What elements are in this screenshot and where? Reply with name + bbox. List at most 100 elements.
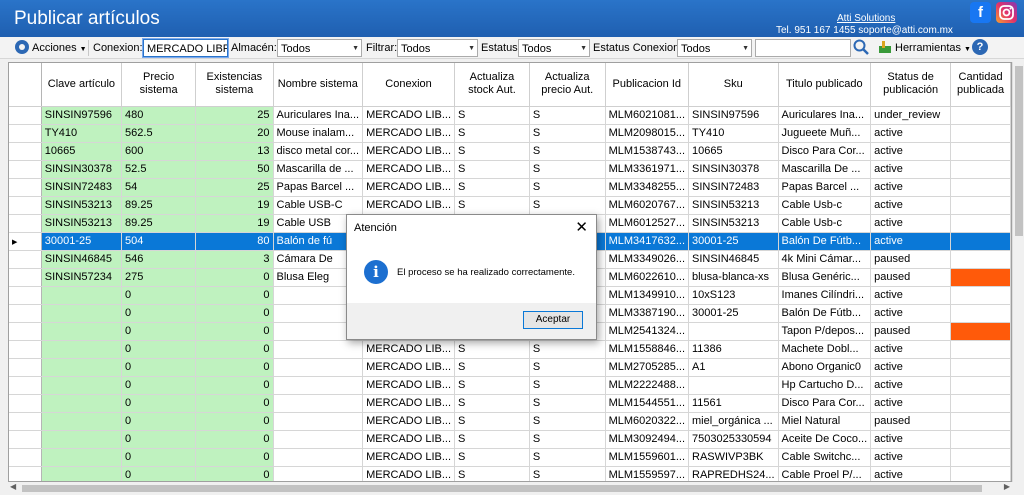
table-cell[interactable]: RASWIVP3BK xyxy=(688,448,779,467)
table-cell[interactable] xyxy=(688,376,779,395)
table-cell[interactable]: Tapon P/depos... xyxy=(778,322,872,341)
table-cell[interactable]: S xyxy=(529,430,606,449)
table-cell[interactable]: SINSIN53213 xyxy=(688,196,779,215)
table-cell[interactable]: Machete Dobl... xyxy=(778,340,872,359)
table-cell[interactable]: Auriculares Ina... xyxy=(778,106,872,125)
table-cell[interactable]: S xyxy=(454,178,530,197)
table-cell[interactable] xyxy=(41,340,123,359)
filtrar-select[interactable]: Todos ▼ xyxy=(397,39,478,57)
company-link[interactable]: Atti Solutions xyxy=(837,13,895,24)
table-cell[interactable]: 89.25 xyxy=(121,196,197,215)
table-row[interactable]: 0 0 MERCADO LIB... S S MLM1559601... RASWIVP3B… xyxy=(9,448,1011,467)
table-cell[interactable]: MERCADO LIB... xyxy=(362,448,456,467)
table-cell[interactable] xyxy=(273,340,364,359)
table-cell[interactable]: 600 xyxy=(121,142,197,161)
scroll-left-icon[interactable]: ◀ xyxy=(10,482,16,491)
row-header[interactable] xyxy=(9,430,42,449)
table-cell[interactable]: MLM3348255... xyxy=(605,178,690,197)
table-cell[interactable]: 480 xyxy=(121,106,197,125)
table-cell[interactable] xyxy=(41,466,123,481)
table-row[interactable]: SINSIN30378 52.5 50 Mascarilla de ... MERCAD… xyxy=(9,160,1011,179)
table-cell[interactable]: Miel Natural xyxy=(778,412,872,431)
table-cell[interactable]: S xyxy=(529,358,606,377)
table-cell[interactable] xyxy=(950,178,1011,197)
table-cell[interactable]: paused xyxy=(870,322,952,341)
table-cell[interactable]: 25 xyxy=(195,178,274,197)
scroll-thumb[interactable] xyxy=(22,485,982,492)
table-cell[interactable]: 30001-25 xyxy=(41,232,123,251)
table-cell[interactable]: S xyxy=(529,340,606,359)
table-cell[interactable]: MERCADO LIB... xyxy=(362,412,456,431)
table-cell[interactable]: 0 xyxy=(121,394,197,413)
table-cell[interactable] xyxy=(950,358,1011,377)
table-cell[interactable]: 10665 xyxy=(41,142,123,161)
table-cell[interactable] xyxy=(273,448,364,467)
table-cell[interactable]: Mouse inalam... xyxy=(273,124,364,143)
table-cell[interactable]: 0 xyxy=(121,376,197,395)
table-cell[interactable]: 0 xyxy=(121,340,197,359)
instagram-icon[interactable] xyxy=(996,2,1017,23)
table-cell[interactable] xyxy=(950,142,1011,161)
table-cell[interactable]: 546 xyxy=(121,250,197,269)
table-cell[interactable]: MLM1558846... xyxy=(605,340,690,359)
conexion-select[interactable]: MERCADO LIBR xyxy=(142,38,229,58)
table-cell[interactable]: 52.5 xyxy=(121,160,197,179)
table-cell[interactable]: 0 xyxy=(195,340,274,359)
column-header[interactable]: Nombre sistema xyxy=(273,63,364,107)
table-cell[interactable]: active xyxy=(870,142,952,161)
table-row[interactable]: TY410 562.5 20 Mouse inalam... MERCADO LIB..… xyxy=(9,124,1011,143)
table-row[interactable]: 10665 600 13 disco metal cor... MERCADO LIB.… xyxy=(9,142,1011,161)
table-cell[interactable]: SINSIN53213 xyxy=(41,196,123,215)
table-cell[interactable]: Papas Barcel ... xyxy=(273,178,364,197)
table-cell[interactable]: Disco Para Cor... xyxy=(778,142,872,161)
table-cell[interactable]: MLM2222488... xyxy=(605,376,690,395)
table-cell[interactable]: MERCADO LIB... xyxy=(362,160,456,179)
column-header[interactable]: Status de publicación xyxy=(870,63,952,107)
table-cell[interactable]: S xyxy=(454,196,530,215)
table-cell[interactable]: S xyxy=(529,196,606,215)
table-cell[interactable] xyxy=(273,412,364,431)
row-header[interactable] xyxy=(9,358,42,377)
estatus-conexion-select[interactable]: Todos ▼ xyxy=(677,39,752,57)
table-cell[interactable]: active xyxy=(870,394,952,413)
table-cell[interactable]: 19 xyxy=(195,196,274,215)
column-header[interactable]: Existencias sistema xyxy=(195,63,274,107)
table-cell[interactable]: MERCADO LIB... xyxy=(362,466,456,481)
table-cell[interactable]: 0 xyxy=(121,304,197,323)
table-cell[interactable]: active xyxy=(870,466,952,481)
table-cell[interactable]: 80 xyxy=(195,232,274,251)
column-header[interactable]: Cantidad publicada xyxy=(950,63,1011,107)
table-cell[interactable]: blusa-blanca-xs xyxy=(688,268,779,287)
column-header[interactable]: Precio sistema xyxy=(121,63,197,107)
table-cell[interactable]: MLM3349026... xyxy=(605,250,690,269)
search-icon[interactable] xyxy=(853,39,869,55)
table-cell[interactable]: paused xyxy=(870,268,952,287)
table-cell[interactable]: 0 xyxy=(121,448,197,467)
table-cell[interactable]: Cable Usb-c xyxy=(778,196,872,215)
table-cell[interactable]: S xyxy=(454,142,530,161)
row-header[interactable] xyxy=(9,394,42,413)
column-header[interactable]: Clave artículo xyxy=(41,63,123,107)
table-cell[interactable]: Cable Switchc... xyxy=(778,448,872,467)
table-cell[interactable]: disco metal cor... xyxy=(273,142,364,161)
table-cell[interactable]: active xyxy=(870,196,952,215)
table-cell[interactable] xyxy=(950,268,1011,287)
table-cell[interactable]: Auriculares Ina... xyxy=(273,106,364,125)
table-cell[interactable]: Disco Para Cor... xyxy=(778,394,872,413)
table-cell[interactable]: S xyxy=(454,340,530,359)
table-cell[interactable] xyxy=(41,394,123,413)
table-cell[interactable]: MLM3387190... xyxy=(605,304,690,323)
table-cell[interactable]: MERCADO LIB... xyxy=(362,106,456,125)
table-cell[interactable]: 30001-25 xyxy=(688,232,779,251)
table-cell[interactable] xyxy=(273,430,364,449)
herramientas-menu[interactable]: Herramientas ▼ xyxy=(878,39,971,57)
table-cell[interactable] xyxy=(950,430,1011,449)
table-cell[interactable] xyxy=(41,412,123,431)
table-cell[interactable]: SINSIN72483 xyxy=(41,178,123,197)
table-cell[interactable]: S xyxy=(529,394,606,413)
row-header[interactable] xyxy=(9,412,42,431)
table-cell[interactable] xyxy=(950,124,1011,143)
table-cell[interactable]: 0 xyxy=(121,466,197,481)
table-row[interactable]: 0 0 MERCADO LIB... S S MLM2705285... A1 Abono O… xyxy=(9,358,1011,377)
row-header[interactable] xyxy=(9,106,42,125)
